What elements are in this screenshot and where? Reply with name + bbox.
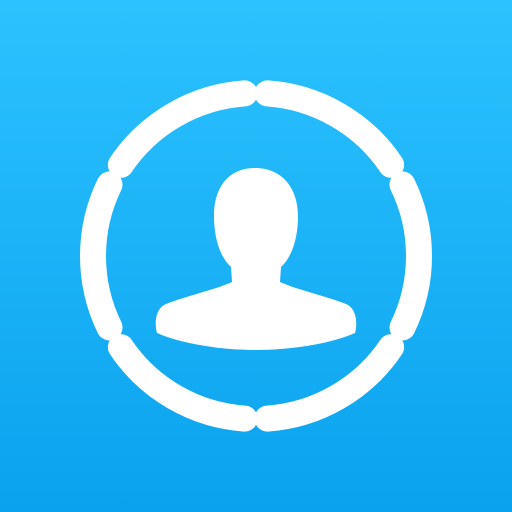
ring-segment: [254, 80, 405, 178]
ring-segment: [107, 334, 258, 432]
user-progress-ring-icon: [80, 80, 432, 432]
ring-segment: [80, 171, 123, 341]
app-icon: [0, 0, 512, 512]
user-silhouette-icon: [155, 168, 357, 350]
ring-segment: [107, 80, 258, 178]
ring-segment: [254, 334, 405, 432]
ring-segment: [389, 171, 432, 341]
